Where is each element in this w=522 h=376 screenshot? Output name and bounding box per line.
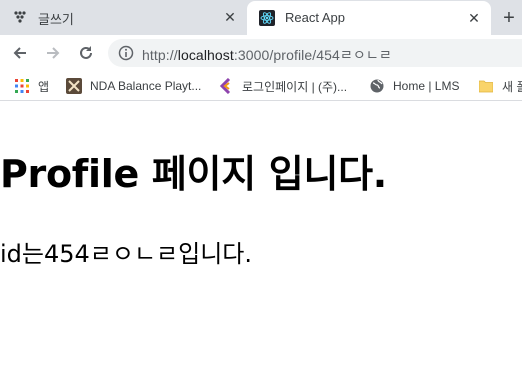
bookmark-nda-balance[interactable]: NDA Balance Playt... — [66, 77, 201, 95]
bookmark-label: 새 폴 — [502, 79, 522, 94]
globe-icon — [369, 78, 385, 94]
apps-grid-icon — [14, 78, 30, 94]
bookmark-new-folder[interactable]: 새 폴 — [478, 77, 522, 95]
url-path: :3000/profile/454ㄹㅇㄴㄹ — [233, 47, 392, 63]
tab-writing[interactable]: 글쓰기 ✕ — [0, 0, 247, 35]
forward-button[interactable] — [42, 42, 64, 64]
bookmark-label: NDA Balance Playt... — [90, 79, 202, 93]
tab-strip: 글쓰기 ✕ React App ✕ + — [0, 0, 522, 36]
browser-toolbar: http://localhost:3000/profile/454ㄹㅇㄴㄹ — [0, 35, 522, 71]
bookmark-label: Home | LMS — [393, 79, 460, 93]
url-protocol: http:// — [142, 47, 178, 63]
tab-title: React App — [285, 10, 345, 25]
page-title: Profile 페이지 입니다. — [0, 152, 387, 196]
arrow-left-icon — [13, 47, 26, 59]
close-tab-icon[interactable]: ✕ — [221, 8, 239, 26]
url-text: http://localhost:3000/profile/454ㄹㅇㄴㄹ — [142, 45, 392, 65]
info-icon[interactable] — [118, 45, 134, 61]
back-button[interactable] — [9, 42, 31, 64]
bookmark-home-lms[interactable]: Home | LMS — [369, 77, 459, 95]
reload-button[interactable] — [75, 42, 97, 64]
arrow-right-icon — [47, 47, 60, 59]
bookmark-login-page[interactable]: 로그인페이지 | (주)... — [218, 77, 347, 95]
bookmarks-bar: 앱 NDA Balance Playt... 로그인페이지 | (주)... H… — [0, 71, 522, 101]
close-tab-icon[interactable]: ✕ — [465, 9, 483, 27]
new-tab-button[interactable]: + — [497, 6, 521, 30]
tab-title: 글쓰기 — [38, 12, 74, 27]
bookmark-label: 앱 — [38, 79, 50, 94]
tab-react-app[interactable]: React App ✕ — [247, 1, 491, 36]
folder-icon — [478, 78, 494, 94]
bookmark-apps[interactable]: 앱 — [14, 77, 49, 95]
dots-favicon-icon — [12, 9, 28, 25]
react-favicon-icon — [259, 10, 275, 26]
login-favicon-icon — [218, 78, 234, 94]
address-bar[interactable]: http://localhost:3000/profile/454ㄹㅇㄴㄹ — [108, 39, 522, 67]
nda-favicon-icon — [66, 78, 82, 94]
profile-id-text: id는454ㄹㅇㄴㄹ입니다. — [0, 240, 252, 268]
reload-icon — [80, 46, 92, 59]
url-host: localhost — [177, 47, 234, 63]
bookmark-label: 로그인페이지 | (주)... — [242, 79, 348, 94]
